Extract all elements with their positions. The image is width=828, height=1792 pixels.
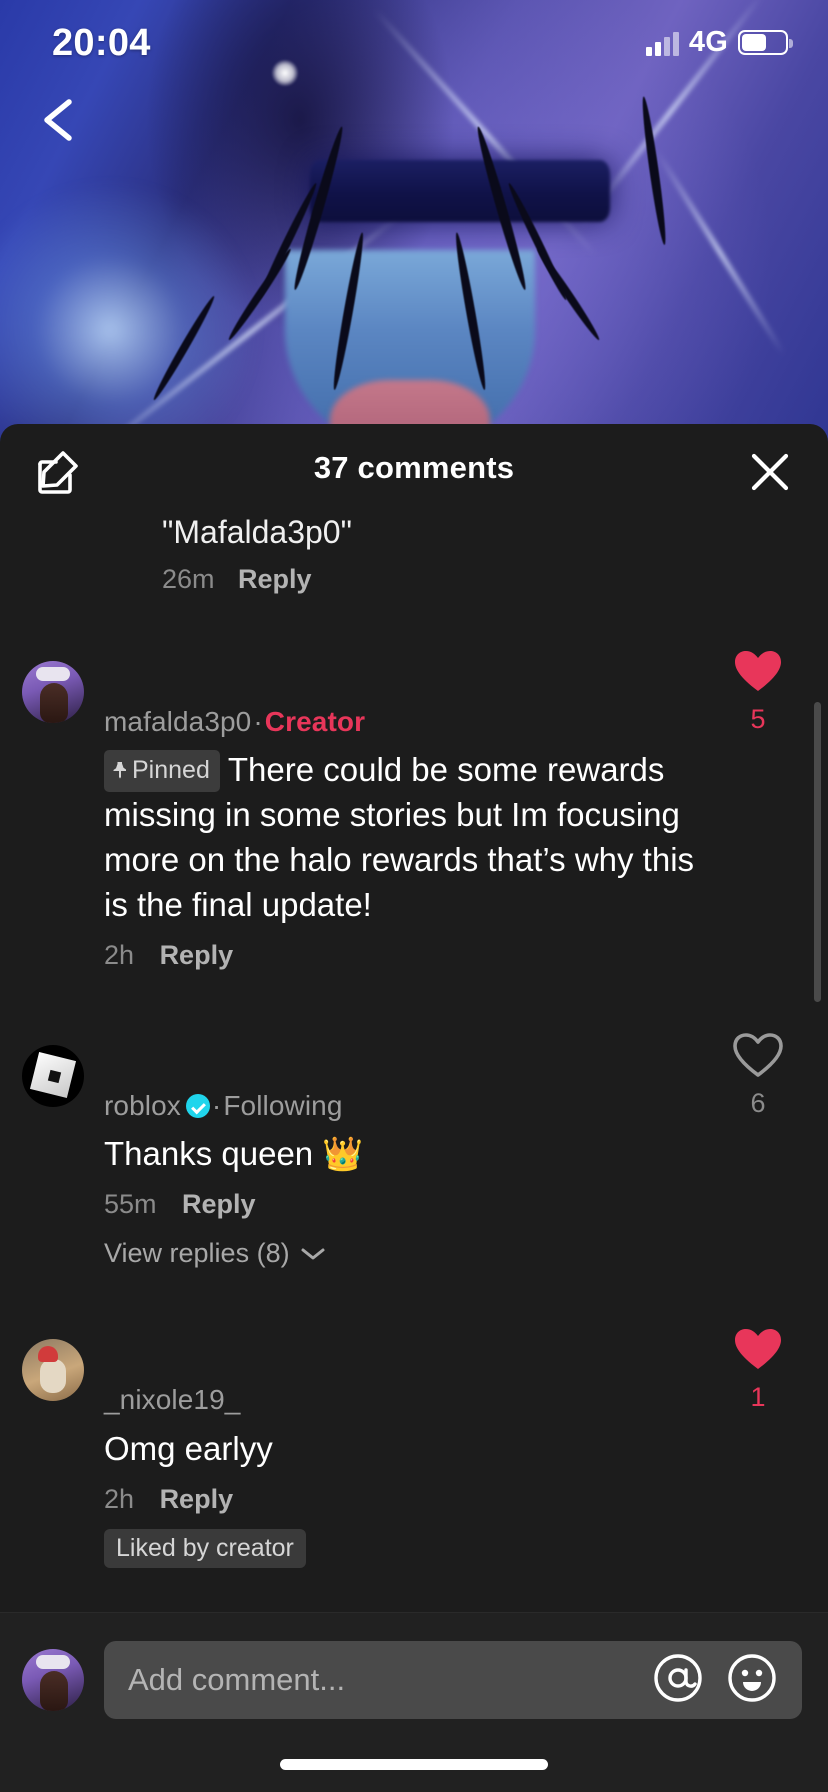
like-count: 1 [750, 1382, 766, 1413]
status-bar: 20:04 4G [0, 0, 828, 92]
comment-timestamp: 2h [104, 939, 135, 970]
verified-badge-icon [185, 1093, 210, 1118]
comment-username[interactable]: _nixole19_ [104, 1383, 698, 1417]
comment-username[interactable]: roblox [104, 1090, 181, 1121]
like-button[interactable]: 5 [714, 649, 802, 735]
heart-outline-icon [733, 1032, 783, 1077]
comments-sheet: 37 comments "Mafalda3p0" 26m Reply mafal… [0, 424, 828, 1792]
comment-text: "Mafalda3p0" [162, 514, 352, 550]
like-count: 6 [750, 1087, 766, 1118]
separator-dot: · [253, 705, 263, 737]
reply-button[interactable]: Reply [238, 564, 312, 594]
comment-meta: 55m Reply [104, 1189, 698, 1220]
heart-filled-icon [735, 650, 781, 691]
avatar-mafalda3p0[interactable] [22, 660, 84, 723]
back-chevron-icon [44, 99, 72, 141]
comment-item[interactable]: _nixole19_ Omg earlyy 2h Reply Liked by … [0, 1309, 828, 1571]
antler-branch [534, 246, 603, 343]
stage-platform [310, 160, 610, 222]
add-comment-placeholder: Add comment... [128, 1662, 346, 1697]
pinned-badge-label: Pinned [132, 756, 210, 785]
comments-scrollbar[interactable] [814, 702, 821, 1002]
comment-meta: 26m Reply [162, 564, 828, 595]
chevron-down-icon [301, 1248, 325, 1260]
comment-meta: 2h Reply [104, 940, 698, 971]
light-beam [654, 149, 786, 356]
like-button[interactable]: 6 [714, 1032, 802, 1119]
network-type-label: 4G [688, 26, 728, 58]
creator-label: Creator [264, 705, 366, 737]
comment-text: Thanks queen 👑 [104, 1135, 364, 1173]
tiktok-comments-screen: 20:04 4G 37 comments "Mafalda3p0" 26m Re… [0, 0, 828, 1792]
comment-item[interactable]: roblox ·Following Thanks queen 👑 55m Repl… [0, 1015, 828, 1273]
view-replies-button[interactable]: View replies (8) [104, 1238, 698, 1269]
comment-username-row: mafalda3p0·Creator [104, 705, 698, 739]
battery-icon [738, 30, 793, 55]
home-indicator [280, 1759, 548, 1770]
emoji-smiley-icon [728, 1653, 776, 1702]
back-button[interactable] [28, 88, 92, 152]
avatar-roblox[interactable] [22, 1044, 84, 1107]
comments-header: 37 comments [0, 424, 828, 512]
like-button[interactable]: 1 [714, 1327, 802, 1413]
signal-bars-icon [645, 30, 679, 56]
view-replies-label: View replies (8) [104, 1238, 290, 1269]
separator-dot: · [211, 1089, 222, 1121]
comment-partial[interactable]: "Mafalda3p0" 26m Reply [0, 512, 828, 603]
comment-timestamp: 2h [104, 1483, 135, 1514]
close-button[interactable] [744, 446, 796, 498]
mention-button[interactable] [652, 1652, 704, 1709]
comments-count-title: 37 comments [313, 450, 515, 485]
reply-button[interactable]: Reply [182, 1189, 256, 1219]
like-count: 5 [750, 703, 766, 734]
avatar-nixole19[interactable] [22, 1339, 84, 1402]
avatar-current-user[interactable] [22, 1649, 84, 1711]
comment-username-row: roblox ·Following [104, 1089, 698, 1123]
comment-timestamp: 55m [104, 1189, 157, 1220]
comment-text: Omg earlyy [104, 1429, 273, 1467]
reply-button[interactable]: Reply [160, 940, 234, 970]
reply-button[interactable]: Reply [160, 1484, 234, 1514]
pin-icon [112, 754, 128, 788]
pinned-badge: Pinned [104, 750, 220, 793]
following-label: Following [223, 1089, 343, 1121]
comment-timestamp: 26m [162, 563, 215, 594]
comment-meta: 2h Reply [104, 1484, 698, 1515]
liked-by-creator-badge: Liked by creator [104, 1528, 306, 1568]
close-x-icon [751, 453, 789, 491]
at-mention-icon [654, 1653, 702, 1702]
emoji-button[interactable] [726, 1652, 778, 1709]
comment-item[interactable]: mafalda3p0·Creator Pinned There could be … [0, 631, 828, 975]
comment-username[interactable]: mafalda3p0 [104, 706, 251, 737]
status-bar-clock: 20:04 [52, 22, 151, 64]
comments-list[interactable]: "Mafalda3p0" 26m Reply mafalda3p0·Creato… [0, 512, 828, 1612]
status-bar-indicators: 4G [645, 26, 793, 59]
comment-text-row: Pinned There could be some rewards missin… [104, 748, 698, 928]
add-comment-input[interactable]: Add comment... [104, 1641, 802, 1719]
heart-filled-icon [735, 1329, 781, 1370]
